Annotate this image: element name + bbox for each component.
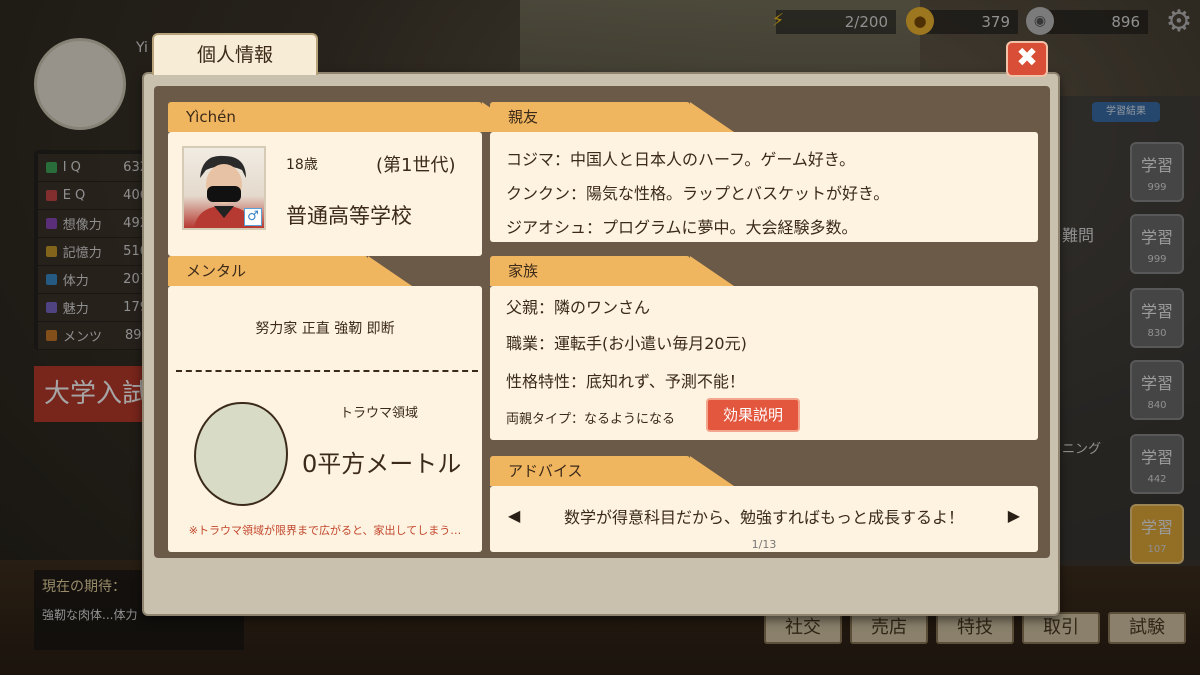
personality-traits: 努力家 正直 強靭 即断 [255,321,395,337]
trauma-value: 0平方メートル [302,450,462,478]
mental-header: メンタル [168,256,412,286]
divider [176,370,478,372]
close-icon[interactable]: ✖ [1006,41,1048,77]
parent-type: 両親タイプ：なるようになる [506,412,676,427]
age-label: 18歳 [286,157,318,173]
friends-header: 親友 [490,102,734,132]
school-label: 普通高等学校 [286,204,412,228]
trait-line: 性格特性：底知れず、予測不能！ [506,372,745,391]
family-card: 家族 父親：隣のワンさん 職業：運転手(お小遣い毎月20元) 性格特性：底知れず… [490,256,1038,440]
job-line: 職業：運転手(お小遣い毎月20元) [506,334,747,353]
mental-card: メンタル 努力家 正直 強靭 即断 トラウマ領域 0平方メートル ※トラウマ領域… [168,256,482,552]
personal-info-modal: Yìchén ♂ 18歳 (第1世代) 普通高等学校 親友 コジマ：中国人と日本… [142,72,1060,616]
effect-explanation-button[interactable]: 効果説明 [706,398,800,432]
generation-label: (第1世代) [376,155,456,176]
next-arrow-icon[interactable]: ▶ [1008,506,1020,525]
father-line: 父親：隣のワンさん [506,298,651,317]
friend-line: クンクン：陽気な性格。ラップとバスケットが好き。 [506,184,890,203]
advice-card: アドバイス ◀ 数学が得意科目だから、勉強すればもっと成長するよ！ ▶ 1/13 [490,456,1038,552]
friend-line: ジアオシュ：プログラムに夢中。大会経験多数。 [506,218,858,237]
modal-title-tab: 個人情報 [152,33,318,75]
profile-card: Yìchén ♂ 18歳 (第1世代) 普通高等学校 [168,102,526,256]
profile-name: Yìchén [168,102,526,132]
trauma-warning: ※トラウマ領域が限界まで広がると、家出してしまう… [188,524,462,537]
friend-line: コジマ：中国人と日本人のハーフ。ゲーム好き。 [506,150,856,169]
modal-content: Yìchén ♂ 18歳 (第1世代) 普通高等学校 親友 コジマ：中国人と日本… [154,86,1050,558]
advice-page-indicator: 1/13 [751,538,777,551]
male-icon: ♂ [244,208,262,226]
character-portrait: ♂ [182,146,266,230]
trauma-area-shape [194,402,288,506]
friends-card: 親友 コジマ：中国人と日本人のハーフ。ゲーム好き。 クンクン：陽気な性格。ラップ… [490,102,1038,242]
advice-header: アドバイス [490,456,734,486]
family-header: 家族 [490,256,734,286]
trauma-label: トラウマ領域 [340,406,419,421]
advice-text: 数学が得意科目だから、勉強すればもっと成長するよ！ [563,508,964,527]
